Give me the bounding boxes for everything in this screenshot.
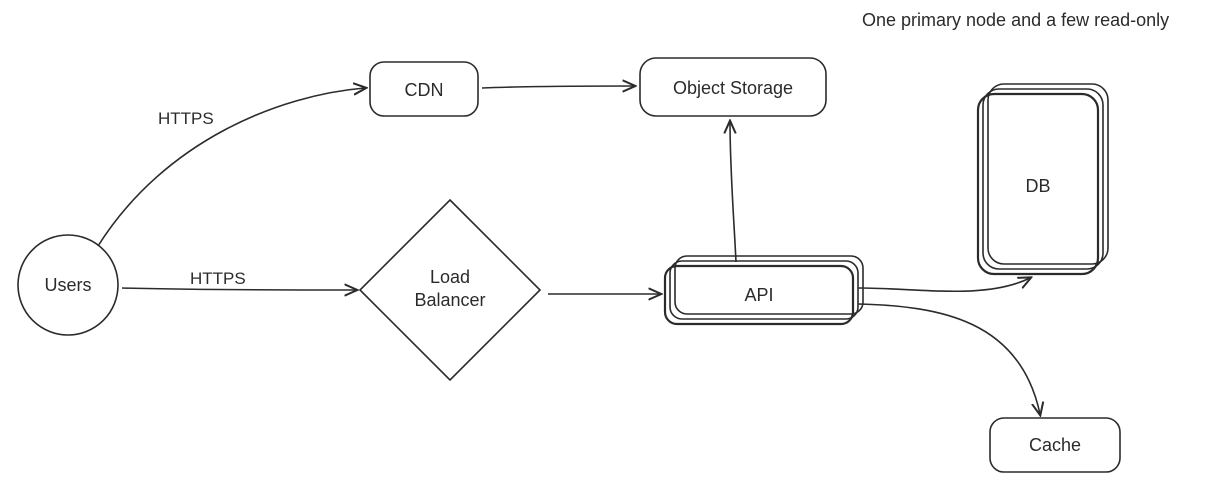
node-load-balancer-label-2: Balancer [414,290,485,310]
annotation-db: One primary node and a few read-only [862,10,1169,30]
edge-users-cdn: HTTPS [98,88,365,246]
node-cache-label: Cache [1029,435,1081,455]
edge-users-lb: HTTPS [122,269,356,290]
edge-api-objectstorage [730,122,736,262]
node-users-label: Users [44,275,91,295]
node-cache: Cache [990,418,1120,472]
arrow-icon [482,86,634,88]
arrow-icon [730,122,736,262]
node-api-label: API [744,285,773,305]
edge-users-cdn-label: HTTPS [158,109,214,128]
node-object-storage-label: Object Storage [673,78,793,98]
node-db-label: DB [1025,176,1050,196]
node-cdn: CDN [370,62,478,116]
edge-api-cache [858,304,1040,414]
node-db: DB [978,84,1108,274]
node-object-storage: Object Storage [640,58,826,116]
edge-users-lb-label: HTTPS [190,269,246,288]
edge-api-db [858,278,1030,291]
node-cdn-label: CDN [405,80,444,100]
arrow-icon [858,278,1030,291]
node-api: API [665,256,863,324]
node-users: Users [18,235,118,335]
node-load-balancer-label-1: Load [430,267,470,287]
arrow-icon [122,288,356,290]
edge-cdn-objectstorage [482,86,634,88]
node-load-balancer: Load Balancer [360,200,540,380]
arrow-icon [98,88,365,246]
arrow-icon [858,304,1040,414]
